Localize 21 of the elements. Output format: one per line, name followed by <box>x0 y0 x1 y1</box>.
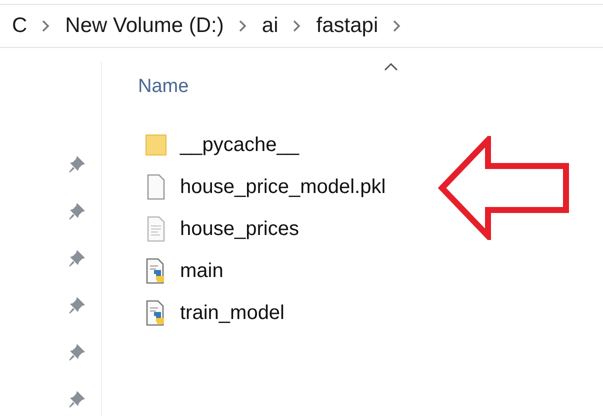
file-name[interactable]: train_model <box>180 302 285 324</box>
file-name[interactable]: house_price_model.pkl <box>180 176 386 198</box>
breadcrumb-item[interactable]: New Volume (D:) <box>65 14 224 38</box>
chevron-icon[interactable] <box>238 19 248 33</box>
breadcrumb-item[interactable]: ai <box>262 14 278 38</box>
breadcrumb-item[interactable]: fastapi <box>316 14 378 38</box>
file-name[interactable]: main <box>180 260 224 282</box>
chevron-icon[interactable] <box>41 19 52 33</box>
folder-icon <box>144 133 168 157</box>
chevron-icon[interactable] <box>392 19 402 33</box>
chevron-icon[interactable] <box>292 19 302 33</box>
pin-icon[interactable] <box>67 201 87 221</box>
file-name[interactable]: house_prices <box>180 218 299 240</box>
pin-icon[interactable] <box>67 295 87 315</box>
file-name[interactable]: __pycache__ <box>180 134 299 156</box>
pin-icon[interactable] <box>67 389 87 409</box>
pin-icon[interactable] <box>67 342 87 362</box>
pin-icon[interactable] <box>67 154 87 174</box>
breadcrumb-item[interactable]: C <box>12 14 28 38</box>
pin-icon[interactable] <box>67 248 87 268</box>
name-column-header[interactable]: Name <box>138 76 603 106</box>
